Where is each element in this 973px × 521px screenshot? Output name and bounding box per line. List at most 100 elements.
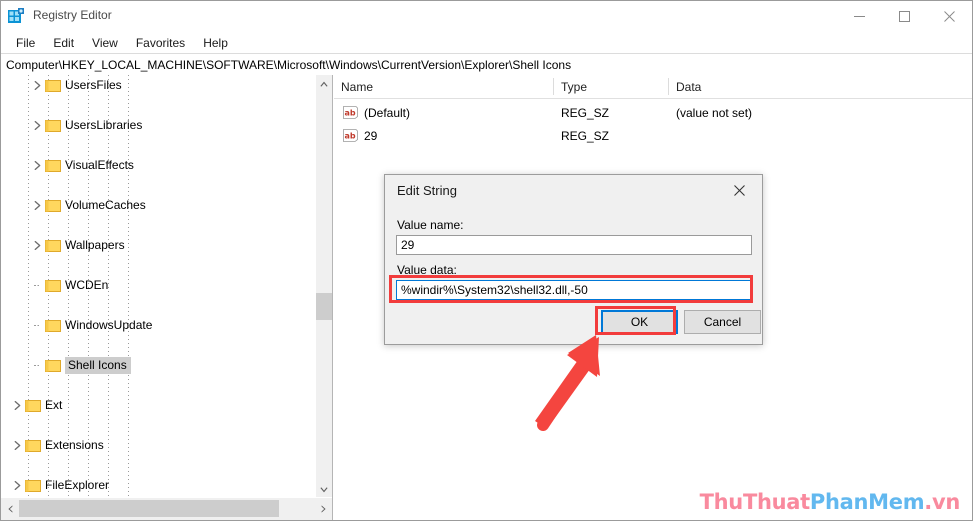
- folder-icon: [45, 118, 61, 132]
- tree-leaf-marker-icon: [29, 277, 45, 293]
- dialog-close-icon[interactable]: [717, 175, 762, 205]
- address-bar[interactable]: Computer\HKEY_LOCAL_MACHINE\SOFTWARE\Mic…: [1, 53, 972, 76]
- value-name-cell: 29: [364, 128, 378, 143]
- close-button[interactable]: [927, 1, 972, 32]
- tree-leaf-marker-icon: [29, 317, 45, 333]
- svg-text:ab: ab: [344, 109, 355, 118]
- tree-item[interactable]: UsersFiles: [1, 75, 332, 95]
- svg-text:ab: ab: [344, 132, 355, 141]
- value-data-field[interactable]: [396, 280, 752, 300]
- folder-icon: [45, 198, 61, 212]
- tree-item[interactable]: Shell Icons: [1, 355, 332, 375]
- tree-item-label: VolumeCaches: [65, 197, 146, 212]
- tree-item[interactable]: VisualEffects: [1, 155, 332, 175]
- string-value-icon: ab: [343, 106, 358, 119]
- folder-icon: [45, 238, 61, 252]
- string-value-icon: ab: [343, 129, 358, 142]
- menu-item-edit[interactable]: Edit: [44, 34, 83, 52]
- tree-item-label: UsersFiles: [65, 77, 122, 92]
- value-row[interactable]: ab (Default) REG_SZ (value not set): [334, 101, 972, 124]
- scroll-left-button[interactable]: [1, 498, 18, 519]
- tree-item-label: WindowsUpdate: [65, 317, 153, 332]
- watermark-part1: ThuThuat: [699, 490, 811, 514]
- chevron-right-icon[interactable]: [29, 117, 45, 133]
- tree-item-label: WCDEn: [65, 277, 109, 292]
- minimize-button[interactable]: [837, 1, 882, 32]
- maximize-button[interactable]: [882, 1, 927, 32]
- folder-icon: [45, 158, 61, 172]
- scroll-track[interactable]: [316, 92, 332, 481]
- menu-item-view[interactable]: View: [83, 34, 127, 52]
- watermark: ThuThuatPhanMem.vn: [699, 490, 961, 514]
- chevron-right-icon[interactable]: [29, 77, 45, 93]
- values-header: Name Type Data: [334, 75, 972, 99]
- value-data-cell: (value not set): [676, 105, 753, 120]
- tree-item[interactable]: WindowsUpdate: [1, 315, 332, 335]
- menu-item-file[interactable]: File: [7, 34, 44, 52]
- value-type-cell: REG_SZ: [561, 105, 610, 120]
- folder-icon: [45, 78, 61, 92]
- folder-icon: [45, 278, 61, 292]
- tree-item[interactable]: FileExplorer: [1, 475, 332, 495]
- tree-item-label: UsersLibraries: [65, 117, 143, 132]
- tree-item[interactable]: VolumeCaches: [1, 195, 332, 215]
- tree-horizontal-scrollbar[interactable]: [1, 497, 332, 520]
- column-header-type[interactable]: Type: [554, 75, 669, 98]
- value-type-cell: REG_SZ: [561, 128, 610, 143]
- tree-item-label: Shell Icons: [65, 356, 131, 374]
- registry-editor-icon: [8, 8, 25, 25]
- chevron-right-icon[interactable]: [9, 477, 25, 493]
- address-path: Computer\HKEY_LOCAL_MACHINE\SOFTWARE\Mic…: [6, 57, 572, 72]
- scroll-thumb[interactable]: [316, 293, 332, 320]
- tree-vertical-scrollbar[interactable]: [315, 75, 332, 498]
- ok-button[interactable]: OK: [601, 310, 678, 334]
- watermark-part2: PhanMem: [809, 490, 925, 514]
- value-data-label: Value data:: [397, 263, 457, 277]
- value-name-field[interactable]: [396, 235, 752, 255]
- menu-item-help[interactable]: Help: [194, 34, 237, 52]
- value-data-input[interactable]: [397, 281, 751, 299]
- registry-editor-window: Registry Editor File Edit View Favorites…: [0, 0, 973, 521]
- horizontal-scroll-thumb[interactable]: [19, 500, 279, 517]
- title-bar: Registry Editor: [1, 1, 972, 32]
- tree-item[interactable]: Ext: [1, 395, 332, 415]
- registry-tree[interactable]: UsersFiles UsersLibraries VisualEffects Vol…: [1, 75, 332, 498]
- column-header-name[interactable]: Name: [334, 75, 554, 98]
- tree-item-label: Wallpapers: [65, 237, 125, 252]
- folder-icon: [45, 318, 61, 332]
- folder-icon: [45, 358, 61, 372]
- tree-item-label: Ext: [45, 397, 63, 412]
- registry-tree-pane: UsersFiles UsersLibraries VisualEffects Vol…: [1, 75, 333, 520]
- tree-item-label: VisualEffects: [65, 157, 134, 172]
- folder-icon: [25, 438, 41, 452]
- value-row[interactable]: ab 29 REG_SZ: [334, 124, 972, 147]
- chevron-right-icon[interactable]: [9, 397, 25, 413]
- cancel-button[interactable]: Cancel: [684, 310, 761, 334]
- tree-item[interactable]: UsersLibraries: [1, 115, 332, 135]
- value-name-label: Value name:: [397, 218, 464, 232]
- tree-item[interactable]: Wallpapers: [1, 235, 332, 255]
- chevron-right-icon[interactable]: [29, 237, 45, 253]
- dialog-title-bar: Edit String: [385, 175, 762, 206]
- watermark-part3: .vn: [924, 490, 960, 514]
- folder-icon: [25, 478, 41, 492]
- menu-bar: File Edit View Favorites Help: [1, 32, 972, 53]
- dialog-title: Edit String: [397, 183, 457, 198]
- tree-item[interactable]: Extensions: [1, 435, 332, 455]
- value-name-cell: (Default): [364, 105, 411, 120]
- chevron-right-icon[interactable]: [9, 437, 25, 453]
- tree-item[interactable]: WCDEn: [1, 275, 332, 295]
- chevron-right-icon[interactable]: [29, 197, 45, 213]
- column-header-data[interactable]: Data: [669, 75, 972, 98]
- chevron-right-icon[interactable]: [29, 157, 45, 173]
- value-name-input[interactable]: [397, 236, 751, 254]
- edit-string-dialog: Edit String Value name: Value data: OK C…: [384, 174, 763, 345]
- scroll-down-button[interactable]: [316, 481, 332, 498]
- tree-clip: UsersFiles UsersLibraries VisualEffects Vol…: [1, 75, 332, 498]
- tree-leaf-marker-icon: [29, 357, 45, 373]
- scroll-right-button[interactable]: [315, 498, 332, 519]
- folder-icon: [25, 398, 41, 412]
- menu-item-favorites[interactable]: Favorites: [127, 34, 194, 52]
- scroll-up-button[interactable]: [316, 75, 332, 92]
- tree-item-label: Extensions: [45, 437, 104, 452]
